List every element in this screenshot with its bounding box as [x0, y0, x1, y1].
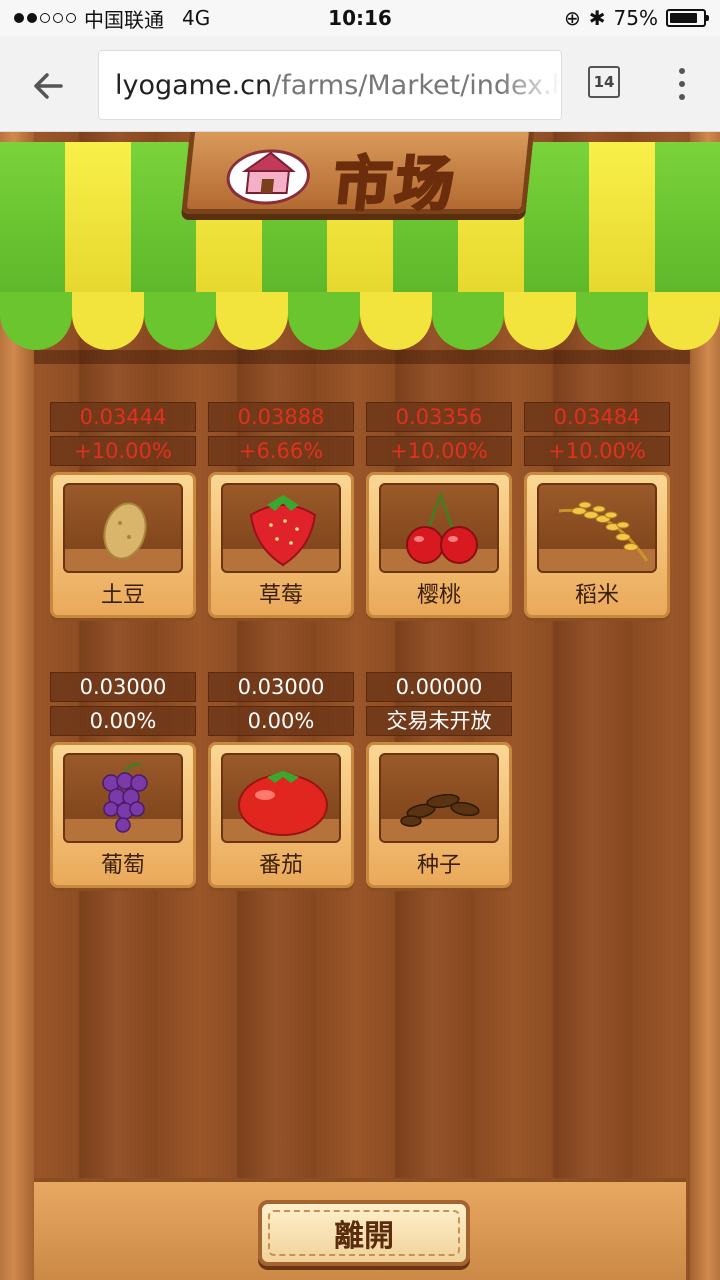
item-card-potato[interactable]: 土豆	[50, 472, 196, 618]
market-item-strawberry: 0.03888 +6.66% 草莓	[208, 402, 354, 618]
cherry-icon	[406, 490, 478, 564]
grape-icon	[102, 763, 148, 833]
seed-icon	[400, 793, 480, 827]
url-host: lyogame.cn	[115, 69, 273, 101]
status-right: ⊕ ✱ 75%	[564, 6, 709, 30]
market-sign: 市场	[181, 132, 535, 220]
battery-percent: 75%	[613, 6, 658, 30]
item-name: 葡萄	[100, 853, 145, 878]
rice-icon	[558, 501, 649, 562]
network-type: 4G	[182, 6, 211, 30]
item-change: +6.66%	[208, 436, 354, 466]
rotation-lock-icon: ⊕	[564, 6, 581, 30]
carrier-name: 中国联通	[84, 7, 164, 32]
market-item-rice: 0.03484 +10.00% 稻米	[524, 402, 670, 618]
item-name: 稻米	[574, 583, 619, 608]
back-button[interactable]	[24, 62, 72, 110]
item-card-cherry[interactable]: 樱桃	[366, 472, 512, 618]
item-change: 0.00%	[50, 706, 196, 736]
item-change: 0.00%	[208, 706, 354, 736]
item-price: 0.03444	[50, 402, 196, 432]
shop-house-icon	[226, 149, 310, 205]
market-item-seed: 0.00000 交易未开放 种子	[366, 672, 512, 888]
status-left: 中国联通 4G	[14, 4, 210, 33]
item-change: +10.00%	[366, 436, 512, 466]
bluetooth-icon: ✱	[588, 6, 606, 30]
market-item-tomato: 0.03000 0.00% 番茄	[208, 672, 354, 888]
battery-icon	[666, 9, 709, 27]
item-name: 种子	[416, 853, 461, 878]
url-bar[interactable]: lyogame.cn/farms/Market/index.ht	[98, 50, 562, 120]
item-card-strawberry[interactable]: 草莓	[208, 472, 354, 618]
market-item-potato: 0.03444 +10.00% 土豆	[50, 402, 196, 618]
status-time: 10:16	[328, 6, 392, 30]
item-card-tomato[interactable]: 番茄	[208, 742, 354, 888]
item-price: 0.00000	[366, 672, 512, 702]
item-card-grape[interactable]: 葡萄	[50, 742, 196, 888]
item-price: 0.03000	[208, 672, 354, 702]
item-price: 0.03888	[208, 402, 354, 432]
tomato-icon	[238, 771, 328, 836]
item-price: 0.03484	[524, 402, 670, 432]
tab-switcher-button[interactable]: 14	[588, 66, 620, 98]
browser-toolbar: lyogame.cn/farms/Market/index.ht 14	[0, 36, 720, 132]
item-price: 0.03356	[366, 402, 512, 432]
potato-icon	[103, 502, 147, 560]
item-name: 土豆	[100, 583, 145, 608]
strawberry-icon	[249, 495, 317, 567]
status-bar: 中国联通 4G 10:16 ⊕ ✱ 75%	[0, 0, 720, 36]
item-card-rice[interactable]: 稻米	[524, 472, 670, 618]
leave-button-label: 離開	[334, 1219, 394, 1254]
item-name: 番茄	[258, 853, 303, 878]
market-title: 市场	[328, 149, 462, 220]
signal-strength-icon	[14, 13, 76, 23]
market-item-grape: 0.03000 0.00% 葡萄	[50, 672, 196, 888]
back-arrow-icon	[34, 73, 63, 99]
market-item-cherry: 0.03356 +10.00% 樱桃	[366, 402, 512, 618]
item-name: 草莓	[258, 583, 303, 608]
item-change: +10.00%	[524, 436, 670, 466]
item-card-seed[interactable]: 种子	[366, 742, 512, 888]
item-name: 樱桃	[416, 583, 461, 608]
market-scene: 市场 0.03444 +10.00% 土豆 0.03888 +6.66% 草莓 …	[0, 132, 720, 1280]
leave-button[interactable]: 離開	[258, 1200, 470, 1266]
item-change: 交易未开放	[366, 706, 512, 736]
item-change: +10.00%	[50, 436, 196, 466]
awning-scallops	[0, 292, 720, 352]
item-price: 0.03000	[50, 672, 196, 702]
overflow-menu-button[interactable]	[670, 64, 694, 104]
